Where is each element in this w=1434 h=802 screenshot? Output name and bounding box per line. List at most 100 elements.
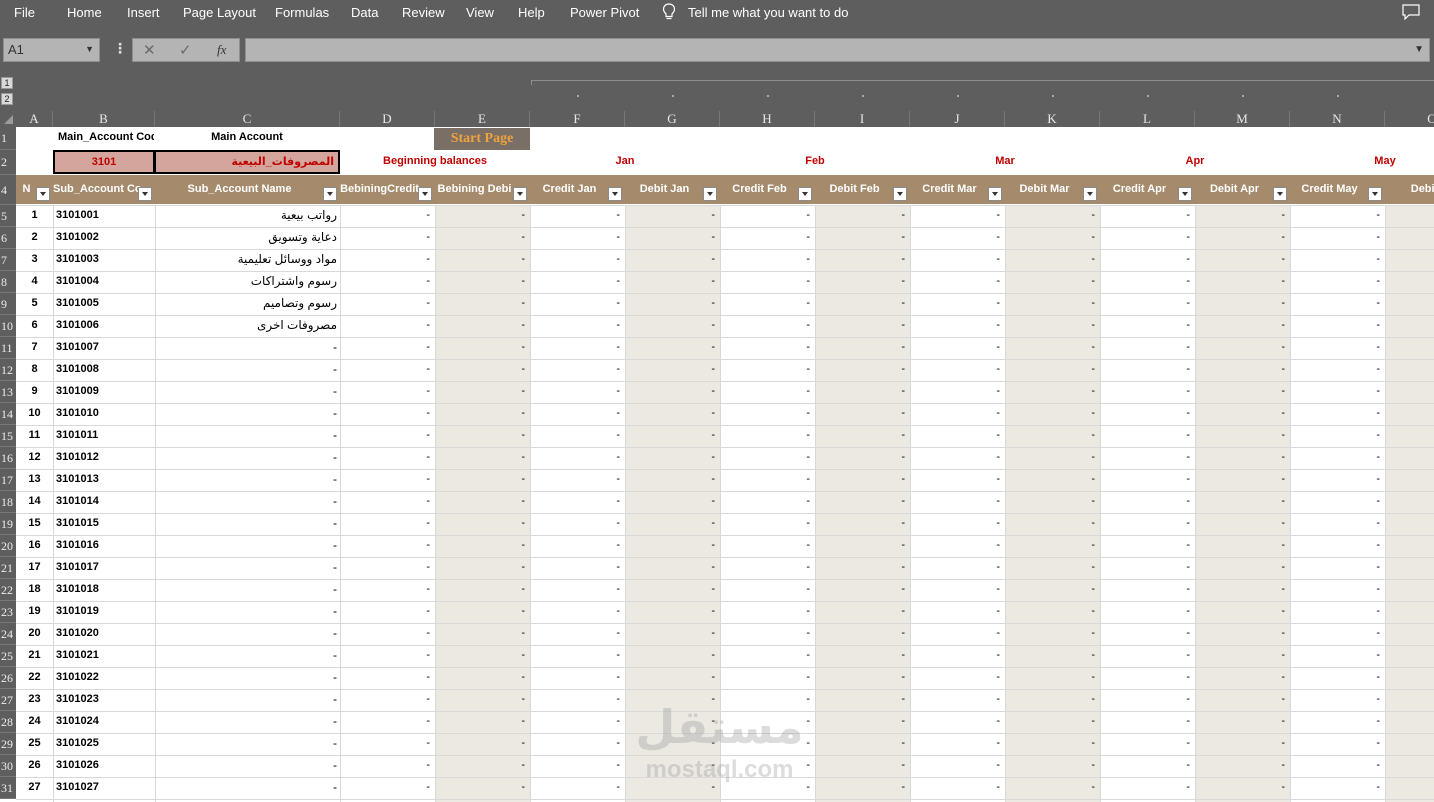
amount-cell[interactable]: - <box>1005 473 1095 487</box>
column-header-e[interactable]: E <box>435 111 530 127</box>
amount-cell[interactable]: - <box>1290 473 1380 487</box>
amount-cell[interactable]: - <box>1290 781 1380 795</box>
amount-cell[interactable]: - <box>910 275 1000 289</box>
amount-cell[interactable]: - <box>1005 407 1095 421</box>
amount-cell[interactable]: - <box>530 737 620 751</box>
amount-cell[interactable]: - <box>625 473 715 487</box>
amount-cell[interactable]: - <box>530 517 620 531</box>
row-number-cell[interactable]: 22 <box>16 671 53 685</box>
amount-cell[interactable]: - <box>530 253 620 267</box>
amount-cell[interactable]: - <box>530 715 620 729</box>
row-header-21[interactable]: 21 <box>0 557 16 579</box>
amount-cell[interactable]: - <box>1195 473 1285 487</box>
column-header-k[interactable]: K <box>1005 111 1100 127</box>
amount-cell[interactable]: - <box>530 627 620 641</box>
amount-cell[interactable]: - <box>435 737 525 751</box>
amount-cell[interactable]: - <box>435 341 525 355</box>
sub-account-code-cell[interactable]: 3101013 <box>56 473 153 487</box>
menu-review[interactable]: Review <box>402 5 445 20</box>
amount-cell[interactable]: - <box>1005 605 1095 619</box>
cancel-icon[interactable]: ✕ <box>143 41 156 59</box>
amount-cell[interactable]: - <box>1100 517 1190 531</box>
amount-cell[interactable]: - <box>1290 297 1380 311</box>
amount-cell[interactable]: - <box>910 715 1000 729</box>
sub-account-name-cell[interactable]: - <box>155 670 337 685</box>
amount-cell[interactable]: - <box>910 781 1000 795</box>
amount-cell[interactable]: - <box>815 297 905 311</box>
amount-cell[interactable]: - <box>910 627 1000 641</box>
amount-cell[interactable]: - <box>1005 671 1095 685</box>
sub-account-name-cell[interactable]: - <box>155 340 337 355</box>
filter-dropdown-icon[interactable] <box>1368 187 1382 201</box>
amount-cell[interactable]: - <box>1195 209 1285 223</box>
amount-cell[interactable]: - <box>815 649 905 663</box>
sub-account-code-cell[interactable]: 3101002 <box>56 231 153 245</box>
amount-cell[interactable]: - <box>340 253 430 267</box>
row-header-18[interactable]: 18 <box>0 491 16 513</box>
amount-cell[interactable]: - <box>1005 561 1095 575</box>
amount-cell[interactable]: - <box>340 341 430 355</box>
amount-cell[interactable]: - <box>435 319 525 333</box>
amount-cell[interactable]: - <box>530 671 620 685</box>
main-account-code-cell[interactable]: 3101 <box>53 150 155 174</box>
amount-cell[interactable]: - <box>1385 451 1434 465</box>
amount-cell[interactable]: - <box>530 473 620 487</box>
row-header-15[interactable]: 15 <box>0 425 16 447</box>
row-header-14[interactable]: 14 <box>0 403 16 425</box>
row-header-16[interactable]: 16 <box>0 447 16 469</box>
row-number-cell[interactable]: 7 <box>16 341 53 355</box>
sub-account-code-cell[interactable]: 3101001 <box>56 209 153 223</box>
amount-cell[interactable]: - <box>815 363 905 377</box>
amount-cell[interactable]: - <box>1005 539 1095 553</box>
filter-dropdown-icon[interactable] <box>798 187 812 201</box>
row-header-24[interactable]: 24 <box>0 623 16 645</box>
amount-cell[interactable]: - <box>1195 363 1285 377</box>
amount-cell[interactable]: - <box>340 693 430 707</box>
sub-account-name-cell[interactable]: رسوم وتصاميم <box>155 296 337 311</box>
amount-cell[interactable]: - <box>435 539 525 553</box>
row-number-cell[interactable]: 1 <box>16 209 53 223</box>
row-header-8[interactable]: 8 <box>0 271 16 293</box>
sub-account-name-cell[interactable]: - <box>155 428 337 443</box>
amount-cell[interactable]: - <box>625 341 715 355</box>
amount-cell[interactable]: - <box>340 627 430 641</box>
amount-cell[interactable]: - <box>1385 649 1434 663</box>
amount-cell[interactable]: - <box>815 605 905 619</box>
amount-cell[interactable]: - <box>1100 253 1190 267</box>
amount-cell[interactable]: - <box>815 253 905 267</box>
amount-cell[interactable]: - <box>625 385 715 399</box>
amount-cell[interactable]: - <box>530 231 620 245</box>
amount-cell[interactable]: - <box>1100 297 1190 311</box>
sub-account-code-cell[interactable]: 3101023 <box>56 693 153 707</box>
filter-dropdown-icon[interactable] <box>418 187 432 201</box>
amount-cell[interactable]: - <box>530 319 620 333</box>
row-header-1[interactable]: 1 <box>0 127 16 150</box>
amount-cell[interactable]: - <box>1195 341 1285 355</box>
amount-cell[interactable]: - <box>435 649 525 663</box>
amount-cell[interactable]: - <box>1005 627 1095 641</box>
amount-cell[interactable]: - <box>1100 671 1190 685</box>
amount-cell[interactable]: - <box>1290 209 1380 223</box>
amount-cell[interactable]: - <box>1385 671 1434 685</box>
amount-cell[interactable]: - <box>1005 715 1095 729</box>
amount-cell[interactable]: - <box>910 341 1000 355</box>
amount-cell[interactable]: - <box>720 231 810 245</box>
row-header-6[interactable]: 6 <box>0 227 16 249</box>
amount-cell[interactable]: - <box>1385 605 1434 619</box>
amount-cell[interactable]: - <box>1100 605 1190 619</box>
column-header-o[interactable]: O <box>1385 111 1434 127</box>
amount-cell[interactable]: - <box>340 297 430 311</box>
row-number-cell[interactable]: 13 <box>16 473 53 487</box>
amount-cell[interactable]: - <box>815 715 905 729</box>
amount-cell[interactable]: - <box>815 583 905 597</box>
amount-cell[interactable]: - <box>910 253 1000 267</box>
row-header-2[interactable]: 2 <box>0 150 16 175</box>
amount-cell[interactable]: - <box>625 231 715 245</box>
amount-cell[interactable]: - <box>1005 385 1095 399</box>
menu-page-layout[interactable]: Page Layout <box>183 5 256 20</box>
amount-cell[interactable]: - <box>340 407 430 421</box>
sub-account-name-cell[interactable]: - <box>155 516 337 531</box>
row-header-23[interactable]: 23 <box>0 601 16 623</box>
amount-cell[interactable]: - <box>1195 627 1285 641</box>
amount-cell[interactable]: - <box>910 517 1000 531</box>
